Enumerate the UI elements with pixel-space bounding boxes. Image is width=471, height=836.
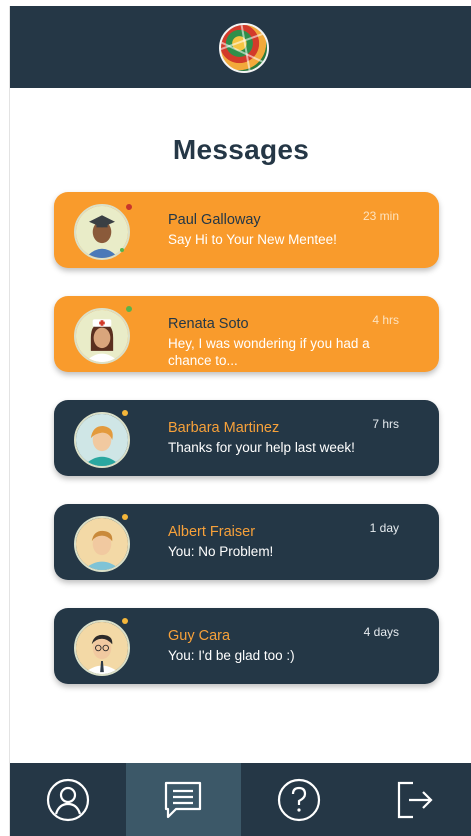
message-preview: You: I'd be glad too :) (168, 648, 295, 663)
woman-avatar (74, 412, 130, 468)
message-preview: Hey, I was wondering if you had a chance… (168, 336, 370, 368)
message-card[interactable]: Barbara Martinez Thanks for your help la… (54, 400, 439, 476)
message-card[interactable]: Guy Cara You: I'd be glad too :) 4 days (54, 608, 439, 684)
message-preview: Thanks for your help last week! (168, 440, 355, 455)
tab-messages[interactable] (125, 763, 241, 836)
man-glasses-avatar (74, 620, 130, 676)
globe-logo-icon[interactable] (219, 23, 269, 73)
message-time: 4 hrs (372, 313, 399, 327)
app-header (10, 6, 471, 88)
message-time: 23 min (362, 209, 399, 223)
message-card[interactable]: Albert Fraiser You: No Problem! 1 day (54, 504, 439, 580)
sender-name: Paul Galloway (168, 212, 261, 228)
tab-logout[interactable] (357, 763, 471, 836)
help-icon (277, 778, 320, 821)
message-time: 1 day (369, 521, 399, 535)
app-screen: Messages Paul Galloway Say Hi to Your Ne… (9, 6, 471, 836)
message-time: 7 hrs (372, 417, 399, 431)
message-card[interactable]: Paul Galloway Say Hi to Your New Mentee!… (54, 192, 439, 268)
tab-help[interactable] (241, 763, 357, 836)
sender-name: Barbara Martinez (168, 420, 280, 436)
message-card[interactable]: Renata Soto Hey, I was wondering if you … (54, 296, 439, 372)
page-title: Messages (172, 134, 310, 165)
sender-name: Albert Fraiser (168, 524, 256, 540)
logout-icon (398, 781, 433, 818)
messages-icon (165, 781, 202, 818)
bottom-tab-bar (10, 763, 471, 836)
man-avatar (74, 516, 130, 572)
profile-icon (46, 778, 89, 821)
message-preview: You: No Problem! (168, 544, 274, 559)
nurse-avatar (74, 308, 130, 364)
message-preview: Say Hi to Your New Mentee! (168, 232, 337, 247)
message-time: 4 days (363, 625, 399, 639)
tab-profile[interactable] (10, 763, 126, 836)
sender-name: Guy Cara (168, 628, 231, 644)
sender-name: Renata Soto (168, 316, 249, 332)
